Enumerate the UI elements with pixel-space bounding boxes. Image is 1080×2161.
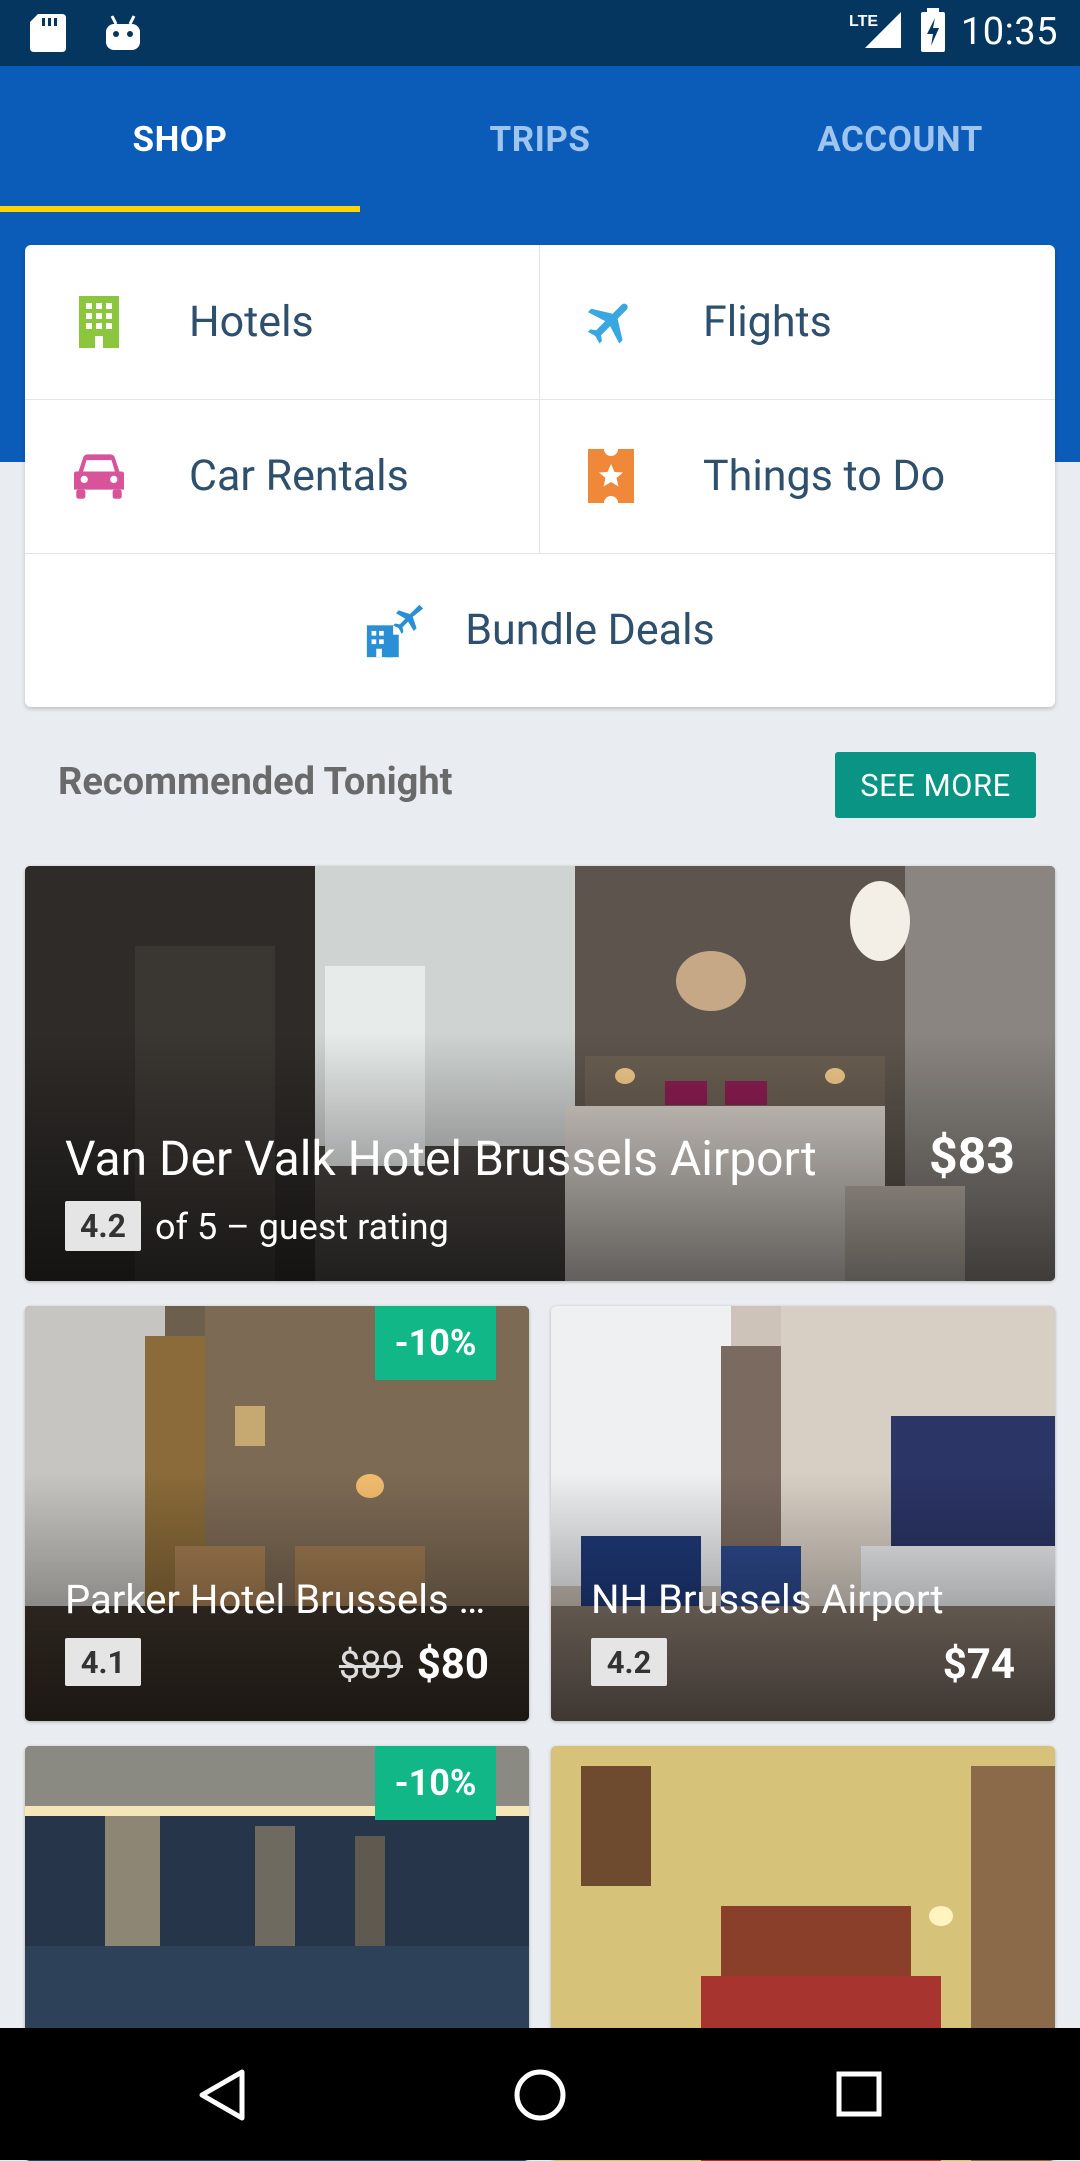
tab-trips[interactable]: TRIPS — [360, 66, 720, 212]
rating-badge: 4.1 — [65, 1638, 141, 1686]
things-to-do-button[interactable]: Things to Do — [539, 399, 1055, 554]
tab-account[interactable]: ACCOUNT — [720, 66, 1080, 212]
discount-badge: -10% — [375, 1746, 496, 1820]
hotels-button[interactable]: Hotels — [25, 245, 540, 400]
hotel-price: $74 — [942, 1640, 1015, 1689]
home-icon[interactable] — [513, 2068, 567, 2126]
hotel-plane-icon — [365, 600, 425, 660]
tab-shop[interactable]: SHOP — [0, 66, 360, 212]
back-icon[interactable] — [196, 2068, 248, 2126]
hotel-card[interactable]: -10% Parker Hotel Brussels … 4.1 $89 $80 — [25, 1306, 529, 1721]
hotel-card[interactable]: NH Brussels Airport 4.2 $74 — [551, 1306, 1055, 1721]
svg-text:LTE: LTE — [849, 13, 878, 30]
status-time: 10:35 — [960, 10, 1058, 54]
featured-hotel-price: $83 — [928, 1128, 1015, 1186]
rating-badge: 4.2 — [591, 1638, 667, 1686]
bundle-deals-button[interactable]: Bundle Deals — [25, 553, 1055, 707]
hotel-name: NH Brussels Airport — [591, 1576, 944, 1623]
flights-button[interactable]: Flights — [539, 245, 1055, 400]
building-icon — [69, 292, 129, 352]
hotel-price: $80 — [416, 1640, 489, 1689]
battery-charging-icon — [919, 8, 947, 56]
sd-card-icon — [30, 14, 66, 56]
lob-menu-card: Hotels Flights Car Rentals Things to Do … — [25, 245, 1055, 707]
lte-signal-icon: LTE — [849, 8, 905, 56]
bundle-deals-label: Bundle Deals — [465, 605, 715, 655]
things-to-do-label: Things to Do — [703, 451, 946, 501]
discount-badge: -10% — [375, 1306, 496, 1380]
hotel-name: Parker Hotel Brussels … — [65, 1576, 486, 1623]
status-bar: LTE 10:35 — [0, 0, 1080, 66]
see-more-button[interactable]: SEE MORE — [835, 752, 1036, 818]
featured-hotel-card[interactable]: Van Der Valk Hotel Brussels Airport $83 … — [25, 866, 1055, 1281]
featured-hotel-name: Van Der Valk Hotel Brussels Airport — [65, 1130, 817, 1187]
car-rentals-button[interactable]: Car Rentals — [25, 399, 540, 554]
recents-icon[interactable] — [835, 2070, 883, 2122]
airplane-icon — [581, 292, 641, 352]
original-price: $89 — [338, 1644, 403, 1688]
featured-rating-text: of 5 – guest rating — [155, 1206, 449, 1248]
car-icon — [69, 446, 129, 506]
flights-label: Flights — [703, 297, 832, 347]
ticket-star-icon — [581, 446, 641, 506]
system-nav-bar — [0, 2028, 1080, 2160]
featured-rating-badge: 4.2 — [65, 1201, 141, 1251]
car-rentals-label: Car Rentals — [189, 451, 409, 501]
hotels-label: Hotels — [189, 297, 314, 347]
recommended-title: Recommended Tonight — [58, 760, 453, 804]
tab-bar: SHOP TRIPS ACCOUNT — [0, 66, 1080, 212]
android-icon — [104, 14, 142, 56]
